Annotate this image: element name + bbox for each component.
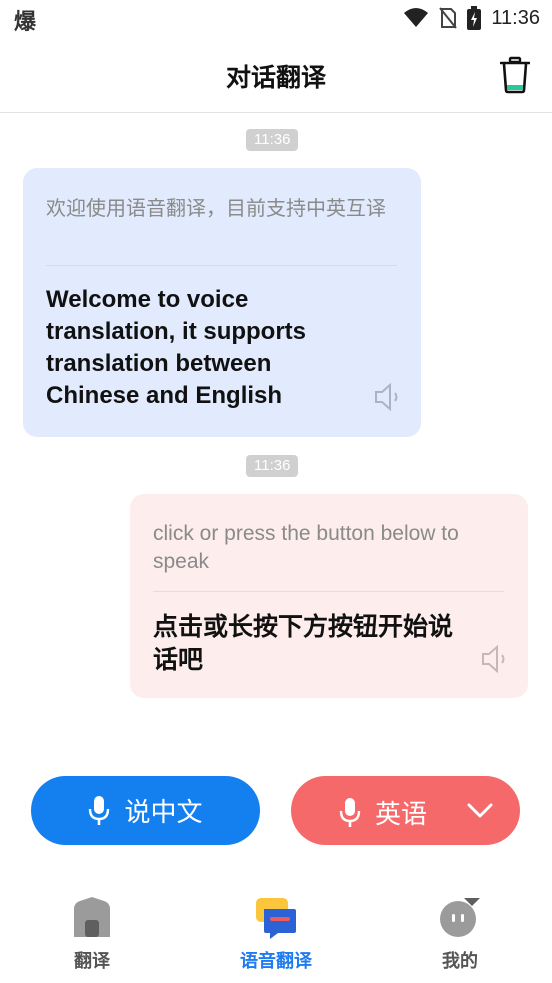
translated-text: Welcome to voice translation, it support… (46, 286, 307, 409)
chat-translate-icon (256, 898, 296, 939)
source-text: 欢迎使用语音翻译，目前支持中英互译 (46, 196, 386, 220)
nav-label: 语音翻译 (240, 951, 312, 972)
message-bubble-left[interactable]: 欢迎使用语音翻译，目前支持中英互译 Welcome to voice trans… (23, 168, 421, 437)
trash-icon[interactable] (500, 56, 530, 94)
nav-item-translate[interactable]: 翻译 (32, 895, 152, 973)
bottom-nav: 翻译 语音翻译 我的 (0, 895, 552, 983)
nav-item-voice-translate[interactable]: 语音翻译 (216, 895, 336, 973)
chevron-down-icon[interactable] (466, 798, 494, 822)
page-title: 对话翻译 (225, 63, 326, 92)
speak-chinese-label: 说中文 (124, 798, 203, 828)
status-bar: 爆 11:36 (0, 0, 552, 40)
home-icon (74, 897, 110, 937)
nav-label: 我的 (442, 951, 478, 972)
profile-icon (440, 898, 480, 937)
no-sim-icon (439, 7, 458, 29)
message-bubble-right[interactable]: click or press the button below to speak… (130, 494, 528, 698)
speak-chinese-button[interactable]: 说中文 (31, 776, 260, 845)
nav-label: 翻译 (74, 951, 110, 972)
speak-english-label: 英语 (375, 800, 428, 830)
message-time: 11:36 (246, 129, 299, 151)
status-bar-icons: 11:36 (403, 6, 540, 30)
message-time: 11:36 (246, 455, 299, 477)
speaker-icon[interactable] (480, 644, 512, 674)
source-text: click or press the button below to speak (153, 522, 459, 573)
bubble-divider (153, 591, 504, 592)
nav-item-profile[interactable]: 我的 (400, 895, 520, 973)
microphone-icon (339, 797, 361, 827)
app-header: 对话翻译 (0, 40, 552, 113)
status-bar-time: 11:36 (491, 6, 540, 29)
translated-text: 点击或长按下方按钮开始说话吧 (153, 612, 454, 674)
bubble-divider (46, 265, 397, 266)
speak-english-button[interactable]: 英语 (291, 776, 520, 845)
status-bar-app-glyph: 爆 (14, 10, 37, 35)
microphone-icon (89, 795, 110, 825)
speaker-icon[interactable] (373, 382, 405, 412)
battery-icon (467, 6, 482, 30)
wifi-icon (404, 8, 429, 27)
